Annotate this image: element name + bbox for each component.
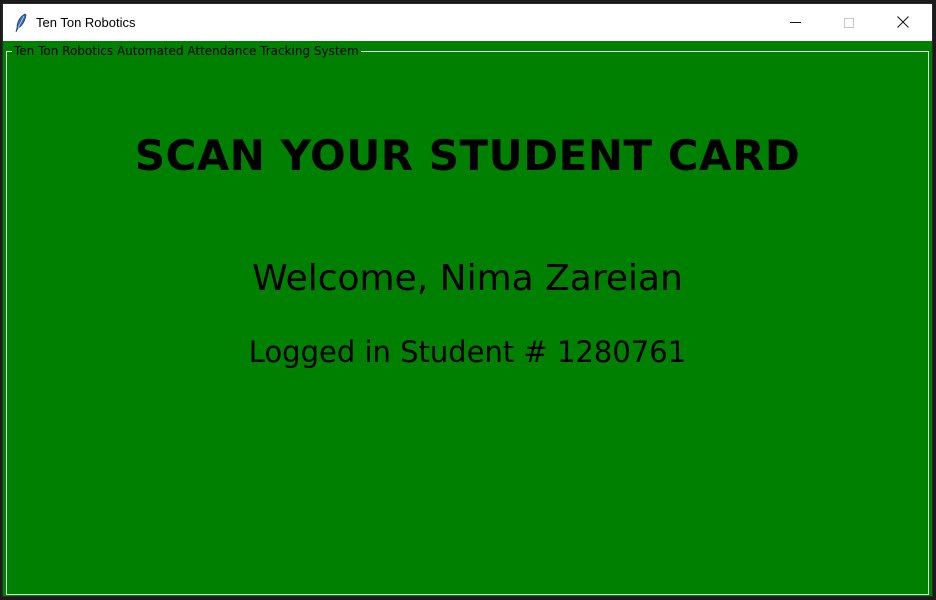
scan-instruction: SCAN YOUR STUDENT CARD xyxy=(134,131,801,180)
window-title: Ten Ton Robotics xyxy=(36,15,136,30)
student-number: Logged in Student # 1280761 xyxy=(248,335,687,369)
minimize-button[interactable] xyxy=(772,4,818,41)
maximize-icon xyxy=(844,17,854,28)
minimize-icon xyxy=(789,22,801,23)
frame-label: Ten Ton Robotics Automated Attendance Tr… xyxy=(12,44,361,58)
close-button[interactable] xyxy=(880,4,926,41)
main-panel: Ten Ton Robotics Automated Attendance Tr… xyxy=(3,41,932,596)
app-window: Ten Ton Robotics Ten Ton Robotics Automa… xyxy=(2,3,933,597)
maximize-button[interactable] xyxy=(826,4,872,41)
welcome-message: Welcome, Nima Zareian xyxy=(252,258,683,299)
feather-icon xyxy=(14,13,28,33)
title-bar[interactable]: Ten Ton Robotics xyxy=(3,4,932,41)
close-icon xyxy=(897,13,909,32)
